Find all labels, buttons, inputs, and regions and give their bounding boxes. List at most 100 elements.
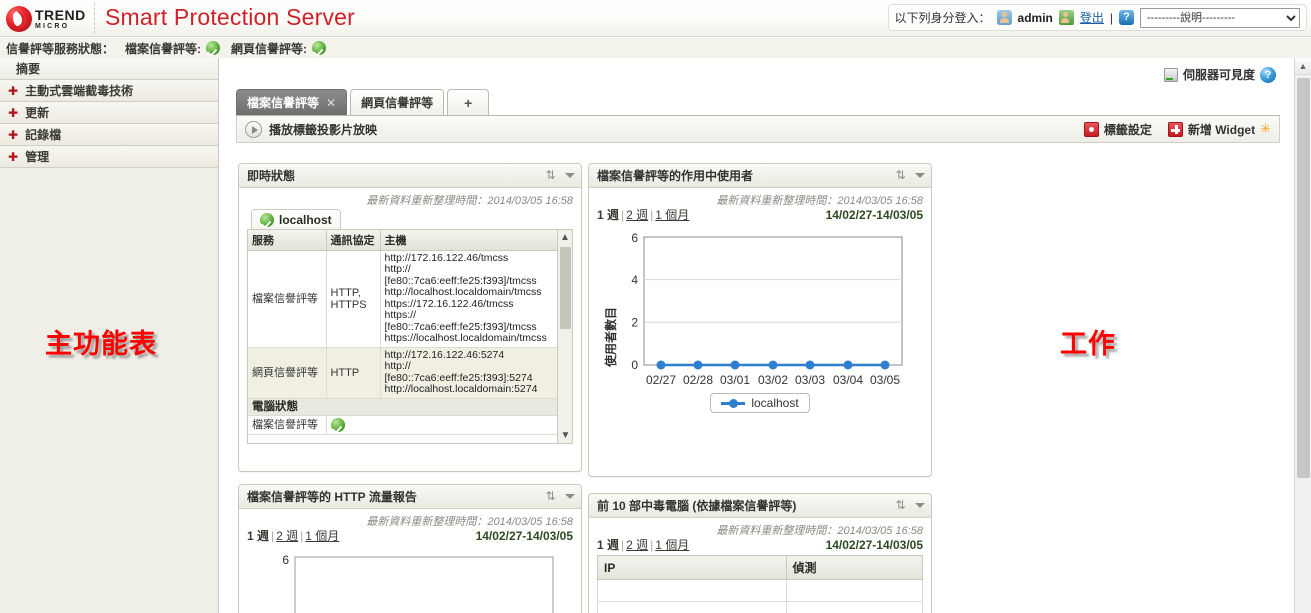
- host-url: https://: [385, 310, 558, 322]
- host-url: http://: [385, 264, 558, 276]
- table-row: [598, 580, 923, 602]
- cell-hosts: http://172.16.122.46:5274 http:// [fe80:…: [380, 347, 562, 398]
- refresh-icon[interactable]: ⇅: [544, 169, 557, 182]
- logout-link[interactable]: 登出: [1080, 9, 1104, 26]
- column-header-detection: 偵測: [786, 556, 923, 580]
- range-date: 14/02/27-14/03/05: [826, 538, 923, 552]
- help-question-icon[interactable]: ?: [1119, 10, 1134, 25]
- sidebar-item-label: 主動式雲端截毒技術: [25, 82, 133, 99]
- column-header-host: 主機: [380, 230, 562, 251]
- tab-settings-button[interactable]: 標籤設定: [1084, 121, 1152, 138]
- refresh-icon[interactable]: ⇅: [894, 499, 907, 512]
- server-visibility-label: 伺服器可見度: [1183, 66, 1255, 83]
- chart-xtick: 03/01: [720, 373, 750, 387]
- sidebar-item-updates[interactable]: ✚ 更新: [0, 102, 218, 124]
- account-bar: 以下列身分登入： admin 登出 | ? ---------說明-------…: [888, 4, 1308, 31]
- tab-settings-label: 標籤設定: [1104, 121, 1152, 138]
- widget-header: 前 10 部中毒電腦 (依據檔案信譽評等) ⇅: [589, 494, 931, 518]
- widget-header: 檔案信譽評等的 HTTP 流量報告 ⇅: [239, 485, 581, 509]
- table-row: 網頁信譽評等 HTTP http://172.16.122.46:5274 ht…: [248, 347, 562, 398]
- host-url: http://localhost.localdomain:5274: [385, 384, 558, 396]
- add-widget-label: 新增 Widget: [1188, 121, 1255, 138]
- host-tab-localhost[interactable]: localhost: [251, 209, 341, 229]
- chart-ytick-2: 2: [631, 316, 638, 330]
- cell-detection: [786, 580, 923, 602]
- range-link-1week[interactable]: 1 週: [597, 538, 619, 552]
- legend-marker: [721, 402, 745, 405]
- table-vertical-scrollbar[interactable]: ▲ ▼: [557, 230, 572, 443]
- widget-top10-infected-computers: 前 10 部中毒電腦 (依據檔案信譽評等) ⇅ 最新資料重新整理時間：2014/…: [588, 493, 932, 613]
- page-scroll-up-icon[interactable]: ▲: [1295, 58, 1311, 75]
- tab-label: 網頁信譽評等: [361, 94, 433, 111]
- range-link-1month[interactable]: 1 個月: [655, 208, 689, 222]
- range-links: 1 週|2 週|1 個月: [247, 527, 339, 544]
- expand-plus-icon: ✚: [8, 85, 18, 97]
- brand-name-primary: TREND: [35, 8, 86, 22]
- widget-realtime-status: 即時狀態 ⇅ 最新資料重新整理時間：2014/03/05 16:58 local…: [238, 163, 582, 472]
- scroll-down-icon[interactable]: ▼: [558, 428, 573, 443]
- table-row: [598, 602, 923, 613]
- range-link-1month[interactable]: 1 個月: [305, 529, 339, 543]
- chevron-down-icon[interactable]: [565, 494, 575, 499]
- range-link-1month[interactable]: 1 個月: [655, 538, 689, 552]
- host-tab-label: localhost: [279, 213, 332, 227]
- sidebar-item-label: 更新: [25, 104, 49, 121]
- table-header-row: 服務 通訊協定 主機: [248, 230, 562, 251]
- server-visibility-bar[interactable]: 伺服器可見度 ?: [1164, 66, 1276, 83]
- range-link-2weeks[interactable]: 2 週: [626, 538, 648, 552]
- trend-micro-logo: TREND MICRO: [6, 2, 86, 35]
- chevron-down-icon[interactable]: [915, 503, 925, 508]
- chevron-down-icon[interactable]: [565, 173, 575, 178]
- sidebar-item-logs[interactable]: ✚ 記錄檔: [0, 124, 218, 146]
- refresh-icon[interactable]: ⇅: [894, 169, 907, 182]
- widget-title: 檔案信譽評等的作用中使用者: [597, 167, 753, 184]
- sidebar-item-administration[interactable]: ✚ 管理: [0, 146, 218, 168]
- chart-xtick: 03/04: [833, 373, 863, 387]
- refresh-icon[interactable]: ⇅: [544, 490, 557, 503]
- widget-title-suffix: 流量報告: [369, 490, 417, 504]
- chart-xtick: 03/03: [795, 373, 825, 387]
- section-label-computer-status: 電腦狀態: [248, 398, 562, 415]
- play-slideshow-label[interactable]: 播放標籤投影片放映: [269, 121, 377, 138]
- plus-icon: +: [464, 95, 472, 111]
- cell-ip: [598, 580, 787, 602]
- file-reputation-status-ok-icon: [206, 41, 220, 55]
- range-row: 1 週|2 週|1 個月 14/02/27-14/03/05: [597, 536, 923, 553]
- close-icon[interactable]: ✕: [326, 96, 336, 110]
- sidebar-item-label: 記錄檔: [25, 126, 61, 143]
- trend-micro-ball-icon: [6, 6, 32, 32]
- chart-xtick: 02/27: [646, 373, 676, 387]
- range-link-1week[interactable]: 1 週: [597, 208, 619, 222]
- help-select[interactable]: ---------說明---------: [1140, 8, 1300, 28]
- user-icon: [997, 10, 1012, 25]
- widget-title: 即時狀態: [247, 167, 295, 184]
- cell-service: 檔案信譽評等: [248, 415, 326, 434]
- chevron-down-icon[interactable]: [915, 173, 925, 178]
- chart-ytick-0: 0: [631, 358, 638, 372]
- column-header-service: 服務: [248, 230, 326, 251]
- page-vertical-scrollbar[interactable]: ▲: [1294, 58, 1311, 613]
- range-link-2weeks[interactable]: 2 週: [276, 529, 298, 543]
- sidebar-item-summary[interactable]: 摘要: [0, 58, 218, 80]
- column-header-ip: IP: [598, 556, 787, 580]
- sidebar-item-smart-protection[interactable]: ✚ 主動式雲端截毒技術: [0, 80, 218, 102]
- scrollbar-thumb[interactable]: [560, 247, 571, 329]
- help-icon[interactable]: ?: [1260, 67, 1276, 83]
- legend-item-localhost[interactable]: localhost: [710, 393, 809, 413]
- tab-web-reputation[interactable]: 網頁信譽評等: [350, 89, 444, 115]
- page-scrollbar-thumb[interactable]: [1297, 78, 1310, 478]
- range-links: 1 週|2 週|1 個月: [597, 206, 689, 223]
- scroll-up-icon[interactable]: ▲: [558, 230, 572, 245]
- widget-title-protocol: HTTP: [334, 490, 365, 504]
- page-title: Smart Protection Server: [105, 4, 355, 31]
- play-icon[interactable]: [245, 121, 262, 138]
- table-row: 檔案信譽評等 HTTP, HTTPS http://172.16.122.46/…: [248, 250, 562, 347]
- tab-add-button[interactable]: +: [447, 89, 489, 115]
- tab-file-reputation[interactable]: 檔案信譽評等 ✕: [236, 89, 347, 115]
- add-widget-button[interactable]: 新增 Widget ✳: [1168, 121, 1271, 138]
- range-link-1week[interactable]: 1 週: [247, 529, 269, 543]
- chart-ytick-6: 6: [282, 553, 289, 567]
- column-header-protocol: 通訊協定: [326, 230, 380, 251]
- chart-y-axis-label: 使用者數目: [603, 307, 618, 368]
- range-link-2weeks[interactable]: 2 週: [626, 208, 648, 222]
